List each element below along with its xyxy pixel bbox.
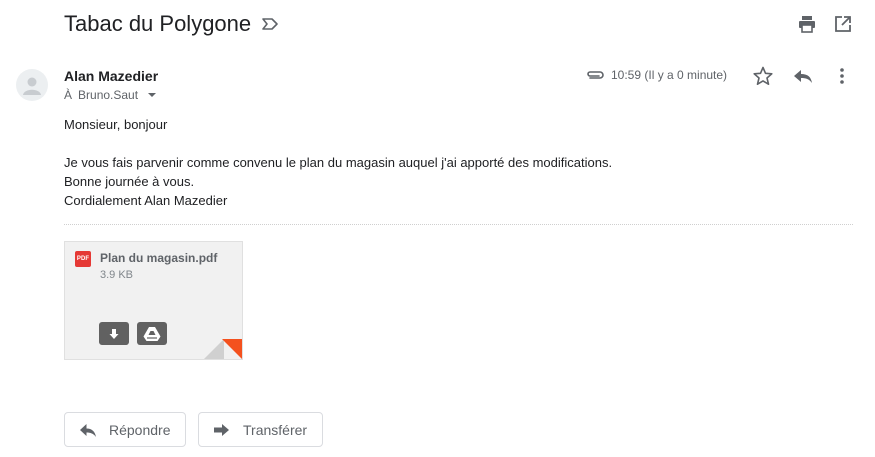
pdf-file-icon: PDF xyxy=(75,251,91,267)
page-fold-decoration xyxy=(204,339,224,359)
recipient-prefix: À xyxy=(64,88,73,102)
open-in-new-window-icon[interactable] xyxy=(832,13,854,35)
print-icon[interactable] xyxy=(796,13,818,35)
sender-name[interactable]: Alan Mazedier xyxy=(64,68,158,84)
forward-button[interactable]: Transférer xyxy=(198,412,323,447)
attachments-divider xyxy=(64,224,853,225)
file-type-corner xyxy=(222,339,242,359)
body-line: Je vous fais parvenir comme convenu le p… xyxy=(64,155,613,170)
forward-arrow-icon xyxy=(214,423,229,436)
person-silhouette-icon xyxy=(23,77,41,95)
email-subject: Tabac du Polygone xyxy=(64,11,252,36)
forward-button-label: Transférer xyxy=(243,421,308,438)
star-outline-icon[interactable] xyxy=(752,65,774,87)
attachment-size: 3.9 KB xyxy=(100,269,134,281)
more-vertical-icon[interactable] xyxy=(834,65,850,87)
body-line: Cordialement Alan Mazedier xyxy=(64,193,228,208)
body-line: Bonne journée à vous. xyxy=(64,174,195,189)
google-drive-icon xyxy=(143,326,161,341)
chevron-down-icon xyxy=(148,93,157,97)
reply-arrow-icon xyxy=(80,423,96,437)
reply-button[interactable]: Répondre xyxy=(64,412,186,447)
attachment-card[interactable]: PDF Plan du magasin.pdf 3.9 KB xyxy=(64,241,243,360)
recipient-name: Bruno.Saut xyxy=(78,88,139,102)
reply-button-label: Répondre xyxy=(109,421,171,438)
label-outline-icon[interactable] xyxy=(260,15,280,33)
timestamp: 10:59 (Il y a 0 minute) xyxy=(611,68,728,82)
download-icon xyxy=(109,328,119,339)
download-attachment-button[interactable] xyxy=(99,322,129,345)
attachment-filename: Plan du magasin.pdf xyxy=(100,251,218,265)
paperclip-icon xyxy=(587,71,604,79)
avatar[interactable] xyxy=(16,69,48,101)
body-line: Monsieur, bonjour xyxy=(64,117,168,132)
save-to-drive-button[interactable] xyxy=(137,322,167,345)
reply-arrow-icon[interactable] xyxy=(791,65,815,87)
recipient-details-toggle[interactable]: À Bruno.Saut xyxy=(64,88,157,102)
email-body: Monsieur, bonjour Je vous fais parvenir … xyxy=(64,115,824,210)
